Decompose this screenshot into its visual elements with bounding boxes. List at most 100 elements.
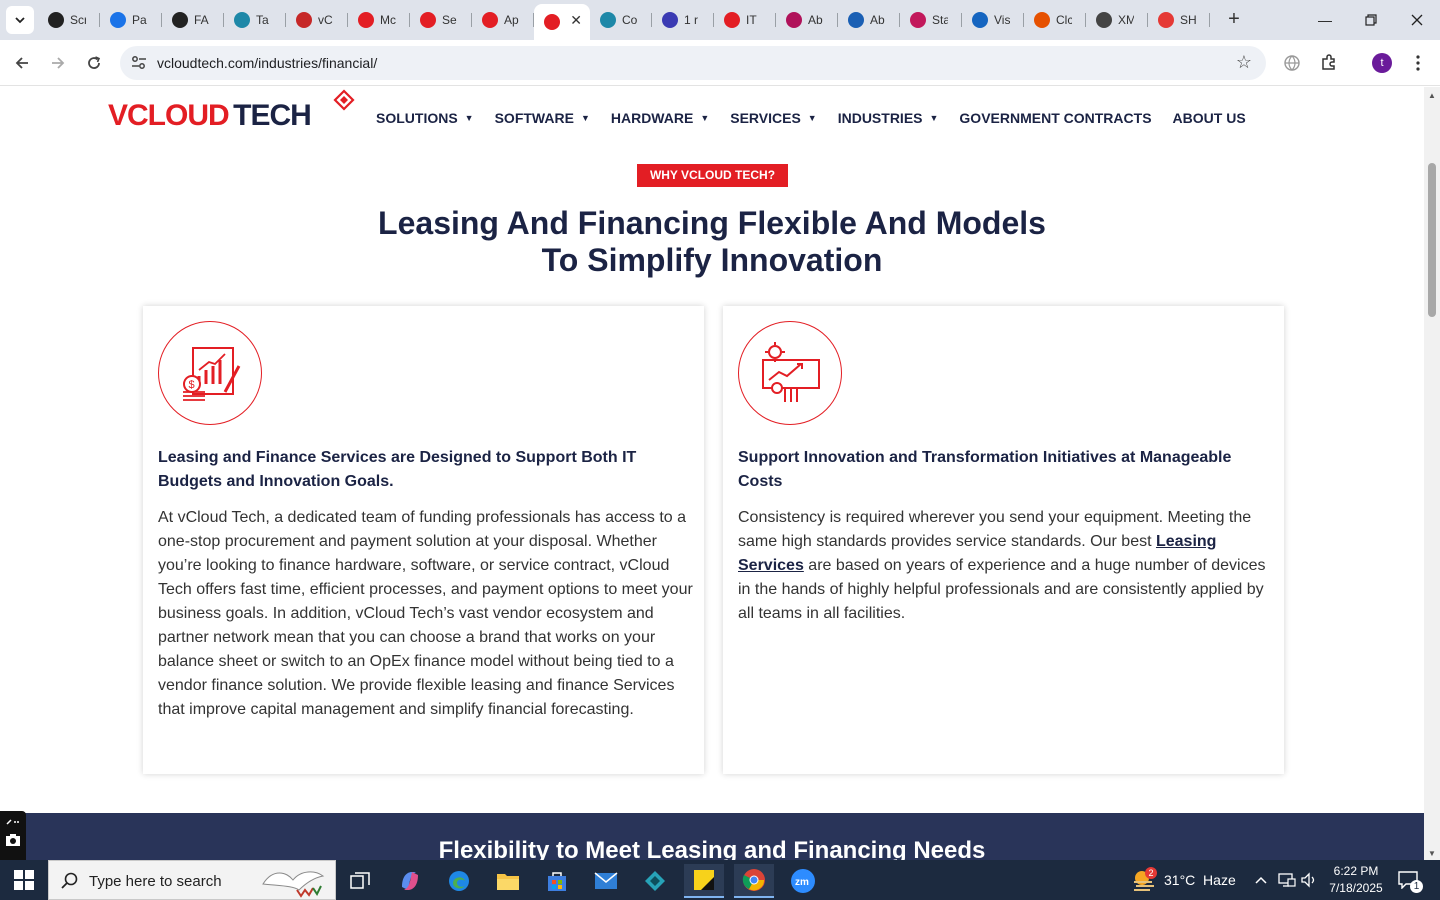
taskbar-search-box[interactable]: Type here to search <box>48 860 336 900</box>
taskbar-file-explorer[interactable] <box>488 864 528 898</box>
taskbar-zoom[interactable]: zm <box>783 864 823 898</box>
arrow-left-icon <box>15 57 28 69</box>
nav-item-services[interactable]: SERVICES ▼ <box>730 110 816 126</box>
store-bag-icon <box>548 872 566 891</box>
folder-icon <box>497 874 519 890</box>
site-info-icon[interactable] <box>130 54 148 72</box>
feature-card-innovation: Support Innovation and Transformation In… <box>723 306 1284 774</box>
back-button[interactable] <box>9 50 35 76</box>
scroll-down-arrow-icon[interactable]: ▼ <box>1428 849 1436 858</box>
close-window-button[interactable] <box>1394 0 1440 40</box>
nav-item-industries[interactable]: INDUSTRIES ▼ <box>838 110 939 126</box>
taskbar-app-diamond[interactable] <box>635 864 675 898</box>
browser-tab[interactable]: Co <box>590 4 652 36</box>
network-status[interactable] <box>1278 860 1296 900</box>
browser-tab[interactable]: Ab <box>776 4 838 36</box>
caret-down-icon: ▼ <box>929 113 939 123</box>
new-tab-button[interactable]: + <box>1222 8 1246 32</box>
vcloud-diamond-icon <box>724 12 740 28</box>
nav-item-software[interactable]: SOFTWARE ▼ <box>495 110 590 126</box>
tab-list: Scr Pa FA Ta vC Mc Se Ap ✕ Co 1 r IT Ab Ab Sta Vis Clc XM… <box>38 4 1210 40</box>
browser-tab[interactable]: FA <box>162 4 224 36</box>
system-clock[interactable]: 6:22 PM 7/18/2025 <box>1326 863 1386 897</box>
browser-tab[interactable]: vC <box>286 4 348 36</box>
browser-tab[interactable]: ✕ <box>534 4 590 40</box>
browser-tab[interactable]: Clc <box>1024 4 1086 36</box>
close-tab-icon[interactable]: ✕ <box>570 12 582 29</box>
nav-item-government-contracts[interactable]: GOVERNMENT CONTRACTS <box>959 110 1151 126</box>
browser-tab[interactable]: IT <box>714 4 776 36</box>
more-menu-icon[interactable] <box>1407 52 1429 74</box>
forward-button[interactable] <box>45 50 71 76</box>
tab-search-button[interactable] <box>6 6 34 34</box>
svg-text:zm: zm <box>795 877 809 888</box>
nav-item-about-us[interactable]: ABOUT US <box>1173 110 1246 126</box>
browser-tab[interactable]: 1 r <box>652 4 714 36</box>
recorder-menu-icon[interactable] <box>4 813 22 831</box>
browser-tab[interactable]: Pa <box>100 4 162 36</box>
search-placeholder: Type here to search <box>89 873 222 890</box>
scroll-up-arrow-icon[interactable]: ▲ <box>1428 91 1436 100</box>
translate-globe-icon[interactable] <box>1281 52 1303 74</box>
volume-control[interactable] <box>1300 860 1318 900</box>
headline-line-2: To Simplify Innovation <box>541 242 883 278</box>
sticky-notes-icon <box>694 870 714 890</box>
extensions-puzzle-icon[interactable] <box>1318 52 1340 74</box>
url-text[interactable]: vcloudtech.com/industries/financial/ <box>157 55 377 71</box>
scribble-icon <box>1034 12 1050 28</box>
browser-tab[interactable]: Vis <box>962 4 1024 36</box>
nav-label: SOLUTIONS <box>376 110 458 126</box>
close-icon <box>1411 14 1423 26</box>
page-scrollbar[interactable]: ▲ ▼ <box>1424 87 1440 860</box>
address-bar[interactable]: vcloudtech.com/industries/financial/ ☆ <box>120 46 1266 80</box>
camera-icon[interactable] <box>4 831 22 849</box>
reload-button[interactable] <box>81 50 107 76</box>
flexibility-section: Flexibility to Meet Leasing and Financin… <box>0 813 1424 860</box>
restore-button[interactable] <box>1348 0 1394 40</box>
task-view-button[interactable] <box>340 864 380 898</box>
notification-center-button[interactable]: 1 <box>1398 860 1423 900</box>
browser-tab[interactable]: Sta <box>900 4 962 36</box>
taskbar-sticky-notes[interactable] <box>684 864 724 898</box>
nav-label: GOVERNMENT CONTRACTS <box>959 110 1152 126</box>
presentation-growth-icon <box>738 321 842 425</box>
taskbar-edge[interactable] <box>439 864 479 898</box>
openai-icon <box>172 12 188 28</box>
nav-item-hardware[interactable]: HARDWARE ▼ <box>611 110 709 126</box>
profile-avatar[interactable]: t <box>1372 53 1392 73</box>
browser-tab[interactable]: Mc <box>348 4 410 36</box>
minimize-button[interactable]: — <box>1302 0 1348 40</box>
tab-separator <box>1209 13 1210 27</box>
arrow-right-icon <box>52 57 65 69</box>
nav-item-solutions[interactable]: SOLUTIONS ▼ <box>376 110 474 126</box>
browser-tab[interactable]: Ab <box>838 4 900 36</box>
taskbar-mail[interactable] <box>586 864 626 898</box>
browser-tab[interactable]: Ap <box>472 4 534 36</box>
screen-record-icon <box>48 12 64 28</box>
browser-tab[interactable]: SH <box>1148 4 1210 36</box>
taskbar-store[interactable] <box>537 864 577 898</box>
start-button[interactable] <box>14 870 34 895</box>
nav-label: HARDWARE <box>610 110 694 126</box>
weather-widget[interactable]: 2 31°C Haze <box>1132 860 1236 900</box>
tab-title: Scr <box>70 13 86 27</box>
reload-icon <box>88 56 101 69</box>
browser-tab[interactable]: Scr <box>38 4 100 36</box>
taskbar-copilot[interactable] <box>390 864 430 898</box>
card-budgets-title: Leasing and Finance Services are Designe… <box>158 449 637 490</box>
tray-overflow-button[interactable] <box>1254 860 1268 900</box>
browser-tab[interactable]: XM <box>1086 4 1148 36</box>
caret-down-icon: ▼ <box>807 113 817 123</box>
tab-title: Pa <box>132 13 147 27</box>
chrome-icon <box>742 869 765 891</box>
browser-tab[interactable]: Se <box>410 4 472 36</box>
tab-title: XM <box>1118 13 1134 27</box>
nav-label: SERVICES <box>730 110 801 126</box>
site-logo[interactable]: VCLOUD TECH <box>108 89 355 139</box>
taskbar-chrome[interactable] <box>734 864 774 898</box>
bookmark-star-icon[interactable]: ☆ <box>1236 52 1252 73</box>
flexibility-title: Flexibility to Meet Leasing and Financin… <box>438 837 986 860</box>
windows-logo-icon <box>14 870 34 890</box>
scrollbar-thumb[interactable] <box>1428 163 1436 317</box>
browser-tab[interactable]: Ta <box>224 4 286 36</box>
